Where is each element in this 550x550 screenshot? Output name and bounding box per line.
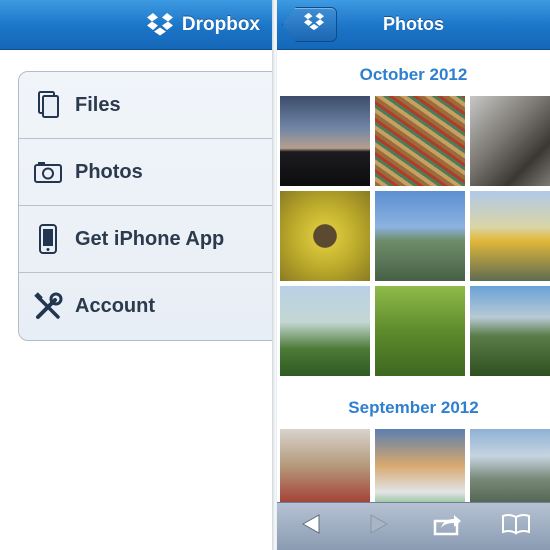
photo-row [280,286,550,376]
main-menu: Files Photos Get iPhone App Account [18,71,272,341]
bookmarks-icon [501,513,531,540]
photo-thumbnail[interactable] [280,96,370,186]
photos-header: Photos [277,0,550,50]
photo-thumbnail[interactable] [470,96,550,186]
sidebar-panel: Dropbox Files Photos Get iPhone App Acco… [0,0,272,550]
brand[interactable]: Dropbox [146,12,260,38]
back-arrow-icon [301,513,321,540]
iphone-icon [33,224,63,254]
menu-item-account[interactable]: Account [19,273,272,340]
menu-label-photos: Photos [75,160,143,183]
photo-thumbnail[interactable] [375,286,465,376]
sidebar-header: Dropbox [0,0,272,50]
menu-item-photos[interactable]: Photos [19,139,272,206]
sidebar-toggle-button[interactable] [282,7,337,42]
menu-label-account: Account [75,295,155,317]
files-icon [33,90,63,120]
photo-thumbnail[interactable] [280,191,370,281]
brand-name: Dropbox [181,13,260,35]
photo-thumbnail[interactable] [375,96,465,186]
share-button[interactable] [430,509,466,545]
back-button[interactable] [293,509,329,545]
share-icon [433,512,463,541]
menu-item-files[interactable]: Files [19,72,272,139]
browser-toolbar [277,502,550,550]
dropbox-logo-icon [303,12,325,37]
photo-thumbnail[interactable] [375,191,465,281]
month-header-september: September 2012 [348,398,479,417]
dropbox-logo-icon [146,12,174,38]
camera-icon [33,157,63,187]
forward-button[interactable] [361,509,397,545]
photos-panel: Photos October 2012 September 2012 [277,0,550,550]
photo-row [280,96,550,186]
page-title: Photos [383,14,444,34]
photo-thumbnail[interactable] [470,286,550,376]
photo-thumbnail[interactable] [470,191,550,281]
tools-icon [33,291,63,322]
forward-arrow-icon [369,513,389,540]
menu-label-get-iphone-app: Get iPhone App [75,227,225,250]
photo-thumbnail[interactable] [280,286,370,376]
photo-row [280,191,550,281]
month-header-october: October 2012 [359,65,468,84]
bookmarks-button[interactable] [498,509,534,545]
menu-item-get-iphone-app[interactable]: Get iPhone App [19,206,272,273]
menu-label-files: Files [75,93,121,116]
